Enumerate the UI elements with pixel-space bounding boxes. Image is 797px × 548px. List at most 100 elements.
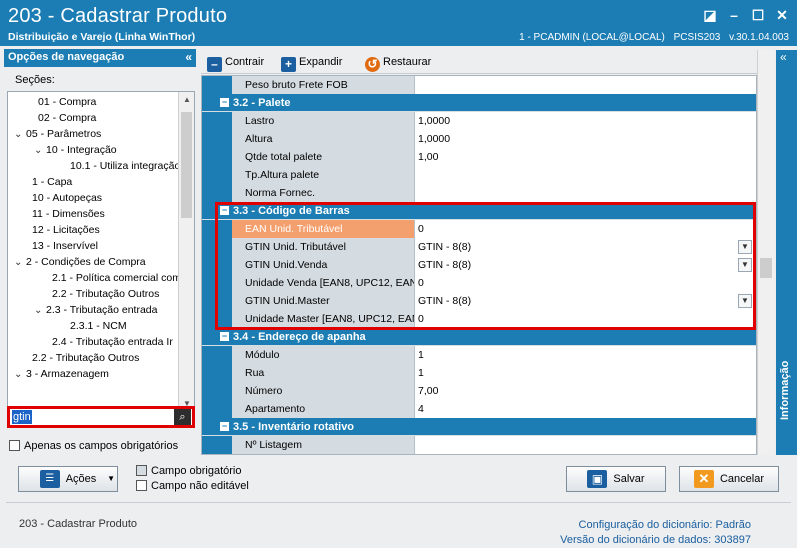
tree-item[interactable]: 2.4 - Tributação entrada Ir <box>40 334 173 350</box>
grid-row-selected[interactable]: EAN Unid. Tributável 0 <box>202 220 756 238</box>
field-value[interactable]: 4 <box>415 400 756 418</box>
category-row[interactable]: − 3.4 - Endereço de apanha <box>202 328 756 346</box>
grid-row[interactable]: Módulo 1 <box>202 346 756 364</box>
tree-item[interactable]: ⌄ 2.3 - Tributação entrada <box>34 302 158 318</box>
scrollbar-thumb[interactable] <box>760 258 772 278</box>
field-value[interactable]: 7,00 <box>415 382 756 400</box>
chevron-down-icon[interactable]: ▼ <box>738 294 752 308</box>
field-value[interactable]: 0 <box>415 274 756 292</box>
tree-item[interactable]: ⌄ 3 - Armazenagem <box>14 366 109 382</box>
info-side-panel[interactable]: « Informação <box>776 50 797 455</box>
field-value[interactable]: 0 <box>415 310 756 328</box>
collapse-left-icon[interactable]: « <box>185 50 192 64</box>
tree-item[interactable]: 2.3.1 - NCM <box>58 318 127 334</box>
tree-item[interactable]: ⌄ 05 - Parâmetros <box>14 126 101 142</box>
edit-window-icon[interactable]: ◪ <box>701 6 719 24</box>
restore-button[interactable]: ↺ Restaurar <box>365 53 431 72</box>
grid-row[interactable]: Qtde total palete 1,00 <box>202 148 756 166</box>
row-gutter <box>202 310 232 328</box>
row-gutter <box>202 130 232 148</box>
field-value[interactable] <box>415 184 756 202</box>
grid-row[interactable]: Nº Listagem <box>202 436 756 454</box>
tree-item[interactable]: ⌄ 10 - Integração <box>34 142 117 158</box>
cancel-button[interactable]: ✕ Cancelar <box>679 466 779 492</box>
collapse-label: Contrair <box>225 56 265 68</box>
row-gutter <box>202 346 232 364</box>
tree-item[interactable]: 2.1 - Política comercial com <box>40 270 181 286</box>
grid-vertical-scrollbar[interactable] <box>757 50 774 455</box>
sections-label: Seções: <box>15 74 55 86</box>
field-value[interactable]: 1,0000 <box>415 130 756 148</box>
tree-item[interactable]: 2.2 - Tributação Outros <box>40 286 159 302</box>
grid-row[interactable]: Altura 1,0000 <box>202 130 756 148</box>
tree-item[interactable]: 2.2 - Tributação Outros <box>20 350 139 366</box>
grid-row[interactable]: Número 7,00 <box>202 382 756 400</box>
grid-row[interactable]: GTIN Unid. Tributável GTIN - 8(8) ▼ <box>202 238 756 256</box>
navigation-panel: Opções de navegação « Seções: 01 - Compr… <box>0 46 199 462</box>
row-gutter <box>202 256 232 274</box>
grid-row[interactable]: GTIN Unid.Venda GTIN - 8(8) ▼ <box>202 256 756 274</box>
field-value[interactable]: 1,0000 <box>415 112 756 130</box>
tree-item[interactable]: 13 - Inservível <box>20 238 98 254</box>
grid-row[interactable]: Tp.Altura palete <box>202 166 756 184</box>
grid-row[interactable]: Unidade Master [EAN8, UPC12, EAN 0 <box>202 310 756 328</box>
grid-row[interactable]: GTIN Unid.Master GTIN - 8(8) ▼ <box>202 292 756 310</box>
tree-item-label: 3 - Armazenagem <box>26 368 109 380</box>
maximize-button[interactable]: ☐ <box>749 6 767 24</box>
category-row[interactable]: − 3.5 - Inventário rotativo <box>202 418 756 436</box>
field-value[interactable]: 1 <box>415 364 756 382</box>
collapse-category-icon[interactable]: − <box>220 206 229 215</box>
tree-item[interactable]: ⌄ 2 - Condições de Compra <box>14 254 146 270</box>
grid-row[interactable]: Lastro 1,0000 <box>202 112 756 130</box>
field-value-input[interactable]: 0 <box>415 220 756 238</box>
tree-item[interactable]: 1 - Capa <box>20 174 72 190</box>
save-button[interactable]: ▣ Salvar <box>566 466 666 492</box>
collapse-category-icon[interactable]: − <box>220 422 229 431</box>
category-row[interactable]: − 3.3 - Código de Barras <box>202 202 756 220</box>
field-value[interactable] <box>415 436 756 454</box>
field-value[interactable]: 1,00 <box>415 148 756 166</box>
grid-row[interactable]: Unidade Venda [EAN8, UPC12, EAN 0 <box>202 274 756 292</box>
grid-row[interactable]: Norma Fornec. <box>202 184 756 202</box>
chevron-down-icon[interactable]: ▼ <box>738 258 752 272</box>
minimize-button[interactable]: – <box>725 6 743 24</box>
tree-item[interactable]: 12 - Licitações <box>20 222 100 238</box>
search-button[interactable]: ⌕ <box>174 409 191 425</box>
dropdown-arrow-icon[interactable]: ▼ <box>107 467 115 491</box>
grid-toolbar: – Contrair + Expandir ↺ Restaurar <box>201 50 774 74</box>
actions-button[interactable]: ☰ Ações ▼ <box>18 466 118 492</box>
checkbox-box[interactable] <box>9 440 20 451</box>
grid-row[interactable]: Apartamento 4 <box>202 400 756 418</box>
tree-item-label: 2.2 - Tributação Outros <box>32 352 140 364</box>
legend-noneditable-label: Campo não editável <box>151 480 249 492</box>
grid-row[interactable]: Peso bruto Frete FOB <box>202 76 756 94</box>
collapse-category-icon[interactable]: − <box>220 332 229 341</box>
expand-all-button[interactable]: + Expandir <box>281 53 342 72</box>
close-button[interactable]: ✕ <box>773 6 791 24</box>
field-value[interactable] <box>415 166 756 184</box>
actions-gear-icon: ☰ <box>39 470 60 489</box>
tree-item[interactable]: 10.1 - Utiliza integração <box>58 158 180 174</box>
field-select[interactable]: GTIN - 8(8) ▼ <box>415 256 756 274</box>
chevron-down-icon[interactable]: ▼ <box>738 240 752 254</box>
collapse-right-icon[interactable]: « <box>780 50 787 64</box>
field-select[interactable]: GTIN - 8(8) ▼ <box>415 292 756 310</box>
collapse-category-icon[interactable]: − <box>220 98 229 107</box>
field-label: Nº Listagem <box>232 436 415 454</box>
tree-arrow: ⌄ <box>34 305 43 316</box>
field-value[interactable]: 1 <box>415 346 756 364</box>
tree-item[interactable]: 02 - Compra <box>26 110 96 126</box>
tree-item[interactable]: 11 - Dimensões <box>20 206 105 222</box>
category-row[interactable]: − 3.2 - Palete <box>202 94 756 112</box>
scrollbar-thumb[interactable] <box>181 112 192 218</box>
grid-row[interactable]: Rua 1 <box>202 364 756 382</box>
collapse-all-button[interactable]: – Contrair <box>207 53 265 72</box>
field-select[interactable]: GTIN - 8(8) ▼ <box>415 238 756 256</box>
search-input[interactable]: gtin <box>12 410 32 424</box>
only-required-checkbox[interactable]: Apenas os campos obrigatórios <box>9 440 178 452</box>
tree-item[interactable]: 01 - Compra <box>26 94 96 110</box>
tree-item[interactable]: 10 - Autopeças <box>20 190 102 206</box>
field-value[interactable] <box>415 76 756 94</box>
scroll-up-icon[interactable]: ▲ <box>183 95 191 104</box>
tree-vertical-scrollbar[interactable]: ▲ ▼ <box>178 92 194 411</box>
